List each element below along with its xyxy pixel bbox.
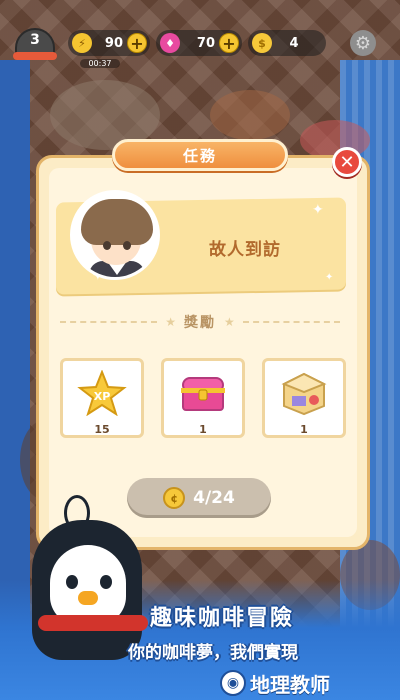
coin-icon: ¢	[163, 487, 186, 509]
gem-icon: ♦	[160, 33, 180, 53]
xp-star-text: XP	[94, 390, 111, 403]
rewards-header: ★ 獎勵 ★	[60, 312, 340, 332]
level-badge[interactable]: 3	[13, 28, 57, 60]
energy-counter: ⚡ 90 +	[68, 30, 150, 56]
level-badge-base	[13, 52, 57, 60]
promo-slogan: 趣味咖啡冒險	[150, 606, 295, 631]
gem-counter: ♦ 70 +	[156, 30, 242, 56]
penguin-eye	[100, 575, 112, 589]
lightning-icon: ⚡	[72, 33, 92, 53]
portrait-eye	[103, 241, 111, 250]
watermark-text: 地理教师	[250, 672, 330, 697]
sparkle-icon: ✦	[312, 202, 324, 218]
star-icon: ★	[224, 315, 235, 329]
character-portrait	[70, 190, 160, 280]
energy-value: 90	[104, 35, 123, 51]
portrait-eye	[123, 241, 131, 250]
treasure-chest-icon	[181, 377, 225, 411]
add-gems-button[interactable]: +	[219, 33, 239, 53]
level-number: 3	[30, 32, 40, 48]
penguin-eye	[66, 575, 78, 589]
decor-table	[210, 90, 290, 140]
add-energy-button[interactable]: +	[127, 33, 147, 53]
coin-counter: $ 4	[248, 30, 326, 56]
star-icon: ★	[165, 315, 176, 329]
coin-icon: $	[252, 33, 272, 53]
quest-name: 故人到訪	[209, 240, 281, 260]
promo-subslogan: 你的咖啡夢，我們實現	[128, 643, 298, 663]
watermark: ◉ 地理教师	[220, 668, 398, 698]
top-hud: 3 ⚡ 90 + 00:37 ♦ 70 + $ 4 ⚙	[0, 26, 400, 68]
reward-count: 1	[300, 423, 308, 436]
xp-star-icon: XP	[77, 370, 127, 416]
close-button[interactable]: ✕	[332, 147, 362, 177]
penguin-scarf	[38, 615, 148, 631]
sparkle-icon: ✦	[325, 272, 334, 283]
rewards-list: XP 15 1 1	[58, 348, 348, 448]
gem-value: 70	[196, 35, 215, 51]
divider	[60, 321, 158, 323]
reward-count: 15	[94, 423, 110, 436]
portrait-hair	[81, 199, 153, 245]
rewards-label: 獎勵	[184, 315, 216, 331]
coin-value: 4	[289, 35, 299, 51]
settings-gear-icon[interactable]: ⚙	[350, 30, 376, 56]
reward-item[interactable]: 1	[260, 348, 348, 448]
reward-count: 1	[199, 423, 207, 436]
energy-timer: 00:37	[80, 59, 120, 68]
package-box-icon	[281, 372, 327, 416]
penguin-beak	[78, 591, 98, 605]
divider	[242, 321, 340, 323]
reward-item[interactable]: 1	[159, 348, 247, 448]
progress-text: 4/24	[193, 488, 235, 508]
reward-item[interactable]: XP 15	[58, 348, 146, 448]
dialog-title: 任務	[112, 139, 288, 171]
penguin-belly	[50, 545, 126, 625]
watermark-logo-icon: ◉	[220, 670, 246, 696]
